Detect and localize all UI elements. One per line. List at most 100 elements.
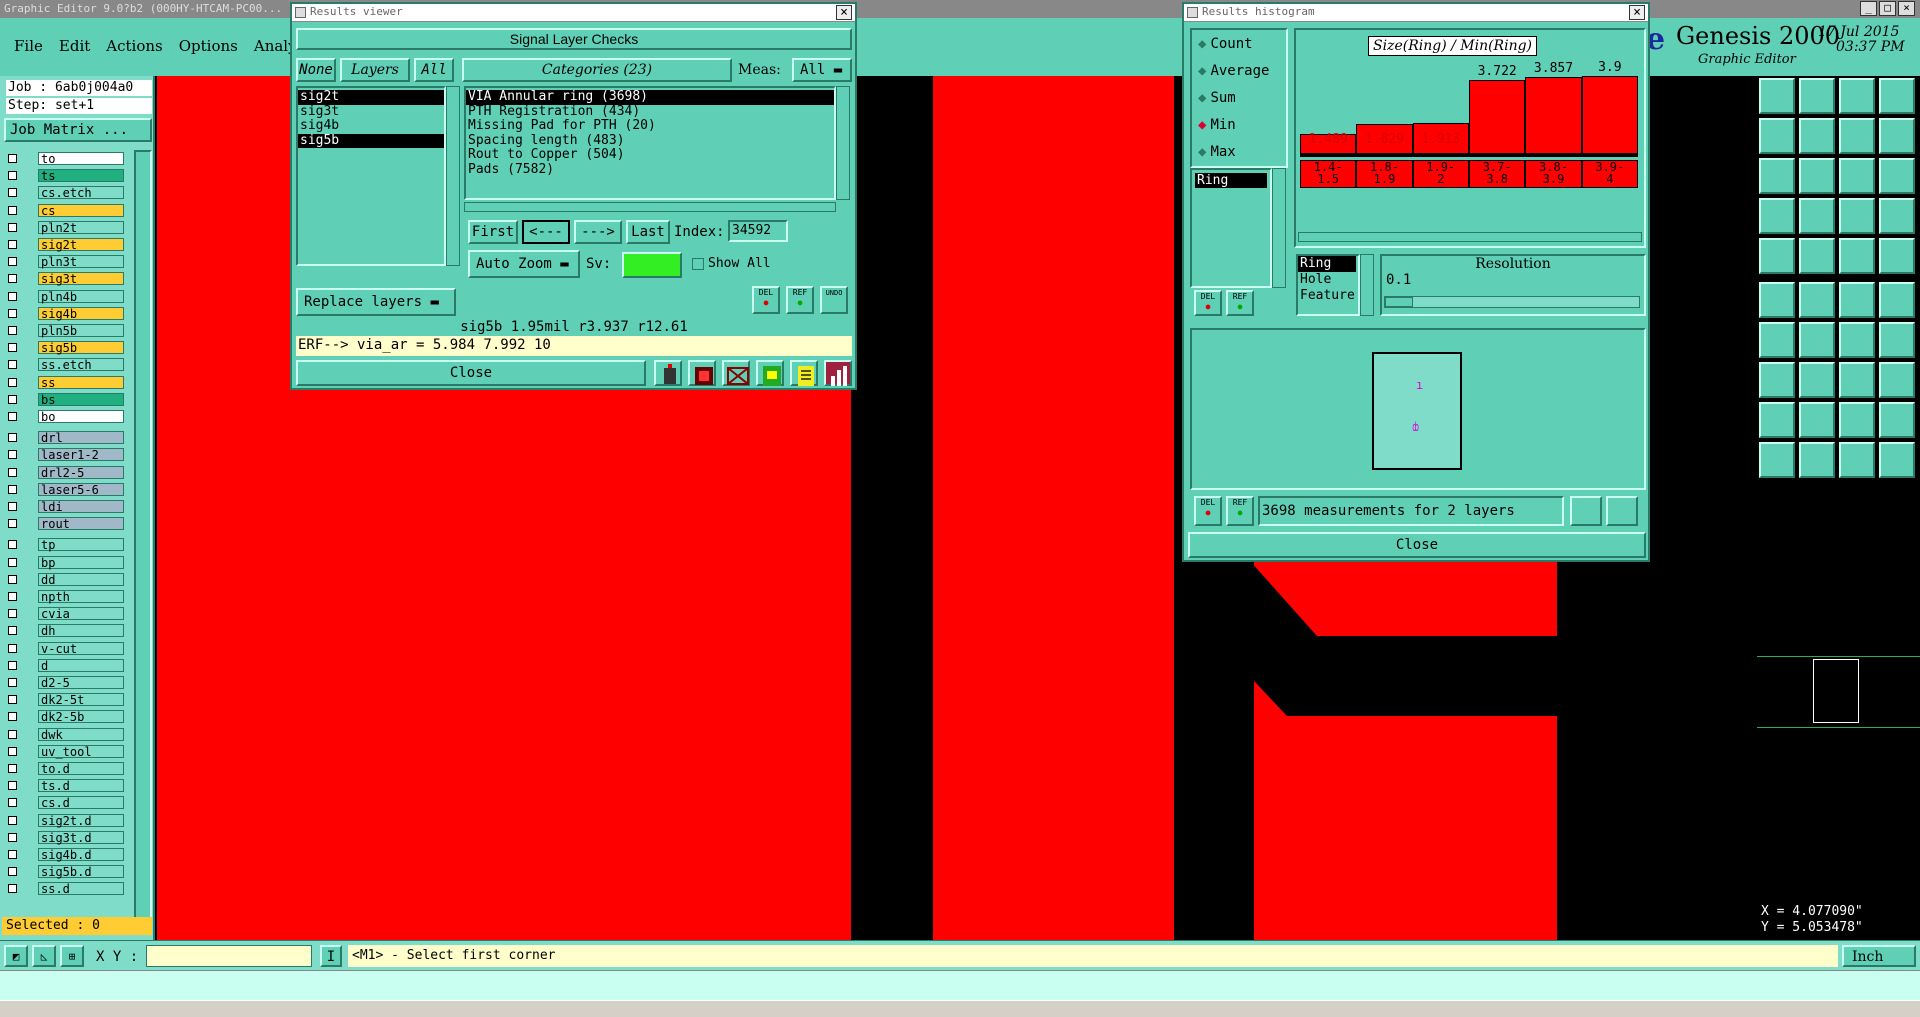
category-item[interactable]: Spacing length (483) (466, 133, 834, 149)
none-button[interactable]: None (296, 58, 336, 82)
layer-row[interactable]: sig3t.d (6, 830, 124, 845)
layer-checkbox[interactable] (8, 592, 17, 601)
layer-row[interactable]: to.d (6, 762, 124, 776)
layer-row[interactable]: d (6, 658, 124, 673)
copy-b-icon[interactable] (1799, 362, 1835, 398)
layer-checkbox[interactable] (8, 377, 17, 387)
layer-row[interactable]: v-cut (6, 641, 124, 656)
save-icon[interactable] (1799, 78, 1835, 114)
layer-checkbox[interactable] (8, 815, 17, 825)
layers-list-item[interactable]: sig4b (298, 118, 444, 134)
layer-row[interactable]: pln5b (6, 324, 124, 338)
layer-checkbox[interactable] (8, 660, 17, 670)
cut-icon[interactable] (1799, 198, 1835, 234)
polygon-icon[interactable] (1799, 238, 1835, 274)
mode-radio-max[interactable]: ◆ Max (1198, 144, 1236, 160)
hist-del-button[interactable]: DEL ● (1194, 290, 1222, 316)
resolution-slider[interactable] (1384, 296, 1640, 308)
histogram-icon[interactable] (824, 360, 852, 386)
pointer-b-icon[interactable] (1799, 442, 1835, 478)
layer-checkbox[interactable] (8, 643, 17, 653)
last-button[interactable]: Last (626, 220, 670, 244)
help-icon[interactable] (1879, 158, 1915, 194)
layer-row[interactable]: npth (6, 590, 124, 604)
layers-list-item[interactable]: sig5b (298, 133, 444, 148)
layer-checkbox[interactable] (8, 884, 17, 894)
category-item[interactable]: Rout to Copper (504) (466, 147, 834, 163)
layer-checkbox[interactable] (8, 574, 17, 584)
mode-radio-min[interactable]: ◆ Min (1198, 117, 1236, 133)
layer-checkbox[interactable] (8, 678, 17, 687)
curve-icon[interactable] (1839, 322, 1875, 358)
layer-checkbox[interactable] (8, 557, 17, 567)
pointer-d-icon[interactable] (1879, 442, 1915, 478)
layer-row[interactable]: rout (6, 517, 124, 531)
measure-icon[interactable]: ◺ (32, 945, 56, 967)
layer-row[interactable]: bs (6, 392, 124, 407)
info-icon[interactable]: I (320, 945, 342, 967)
arrow-link-icon[interactable] (1879, 282, 1915, 318)
layers-list-item[interactable]: sig3t (298, 104, 444, 120)
histogram-hscrollbar[interactable] (1298, 232, 1642, 242)
tri-a-icon[interactable] (1759, 402, 1795, 438)
mirror-icon[interactable] (1839, 118, 1875, 154)
layers-list-scrollbar[interactable] (446, 86, 460, 266)
layer-checkbox[interactable] (8, 695, 17, 705)
maximize-button[interactable]: □ (1879, 1, 1896, 16)
ref-button[interactable]: REF ● (786, 286, 814, 314)
categories-hscrollbar[interactable] (464, 202, 836, 212)
layer-checkbox[interactable] (8, 450, 17, 460)
meas-select[interactable]: All ▬ (792, 58, 852, 82)
layer-row[interactable]: bo (6, 410, 124, 424)
select-right-icon[interactable] (1799, 118, 1835, 154)
layer-row[interactable]: dk2-5b (6, 710, 124, 724)
layer-row[interactable]: cs (6, 203, 124, 218)
units-select[interactable]: Inch (1842, 945, 1916, 967)
pointer-c-icon[interactable] (1839, 442, 1875, 478)
layer-checkbox[interactable] (8, 609, 17, 619)
label-icon[interactable] (1879, 322, 1915, 358)
layer-checkbox[interactable] (8, 764, 17, 773)
layer-checkbox[interactable] (8, 394, 17, 404)
window-menu-icon[interactable] (295, 7, 306, 18)
layer-row[interactable]: sig2t.d (6, 813, 124, 828)
overview-panel[interactable] (1757, 656, 1920, 728)
job-matrix-button[interactable]: Job Matrix ... (4, 118, 152, 142)
categories-button[interactable]: Categories (23) (462, 58, 732, 82)
prev-button[interactable]: <--- (522, 220, 570, 244)
layer-checkbox[interactable] (8, 412, 17, 421)
layer-row[interactable]: dd (6, 572, 124, 587)
layer-row[interactable]: sig4b (6, 306, 124, 321)
layer-checkbox[interactable] (8, 154, 17, 163)
layer-row[interactable]: drl2-5 (6, 465, 124, 480)
dot-icon[interactable] (1879, 238, 1915, 274)
pan-icon[interactable] (654, 360, 682, 386)
layer-checkbox[interactable] (8, 326, 17, 335)
layer-checkbox[interactable] (8, 540, 17, 550)
layer-checkbox[interactable] (8, 343, 17, 353)
window-icon[interactable] (1879, 78, 1915, 114)
layer-checkbox[interactable] (8, 798, 17, 808)
copy-c-icon[interactable] (1839, 362, 1875, 398)
mode-radio-average[interactable]: ◆ Average (1198, 63, 1269, 79)
layer-row[interactable]: pln4b (6, 289, 124, 304)
tri-b-icon[interactable] (1799, 402, 1835, 438)
connect-icon[interactable] (1759, 282, 1795, 318)
open-icon[interactable] (1759, 78, 1795, 114)
layer-row[interactable]: laser1-2 (6, 448, 124, 462)
layer-checkbox[interactable] (8, 850, 17, 859)
category-item[interactable]: Pads (7582) (466, 162, 834, 178)
hist-preview-del-button[interactable]: DEL ● (1194, 496, 1222, 526)
edit-icon[interactable] (1759, 198, 1795, 234)
mode-radio-sum[interactable]: ◆ Sum (1198, 90, 1236, 106)
layer-row[interactable]: ts (6, 169, 124, 183)
layer-row[interactable]: pln2t (6, 220, 124, 235)
layer-row[interactable]: dh (6, 624, 124, 638)
results-viewer-close-icon[interactable]: × (836, 5, 852, 20)
layer-row[interactable]: ss (6, 375, 124, 390)
histogram-list-scrollbar[interactable] (1272, 168, 1286, 288)
type-item-hole[interactable]: Hole (1298, 272, 1358, 288)
menu-file[interactable]: File (14, 37, 43, 55)
layer-row[interactable]: dk2-5t (6, 693, 124, 707)
category-item[interactable]: PTH Registration (434) (466, 104, 834, 120)
